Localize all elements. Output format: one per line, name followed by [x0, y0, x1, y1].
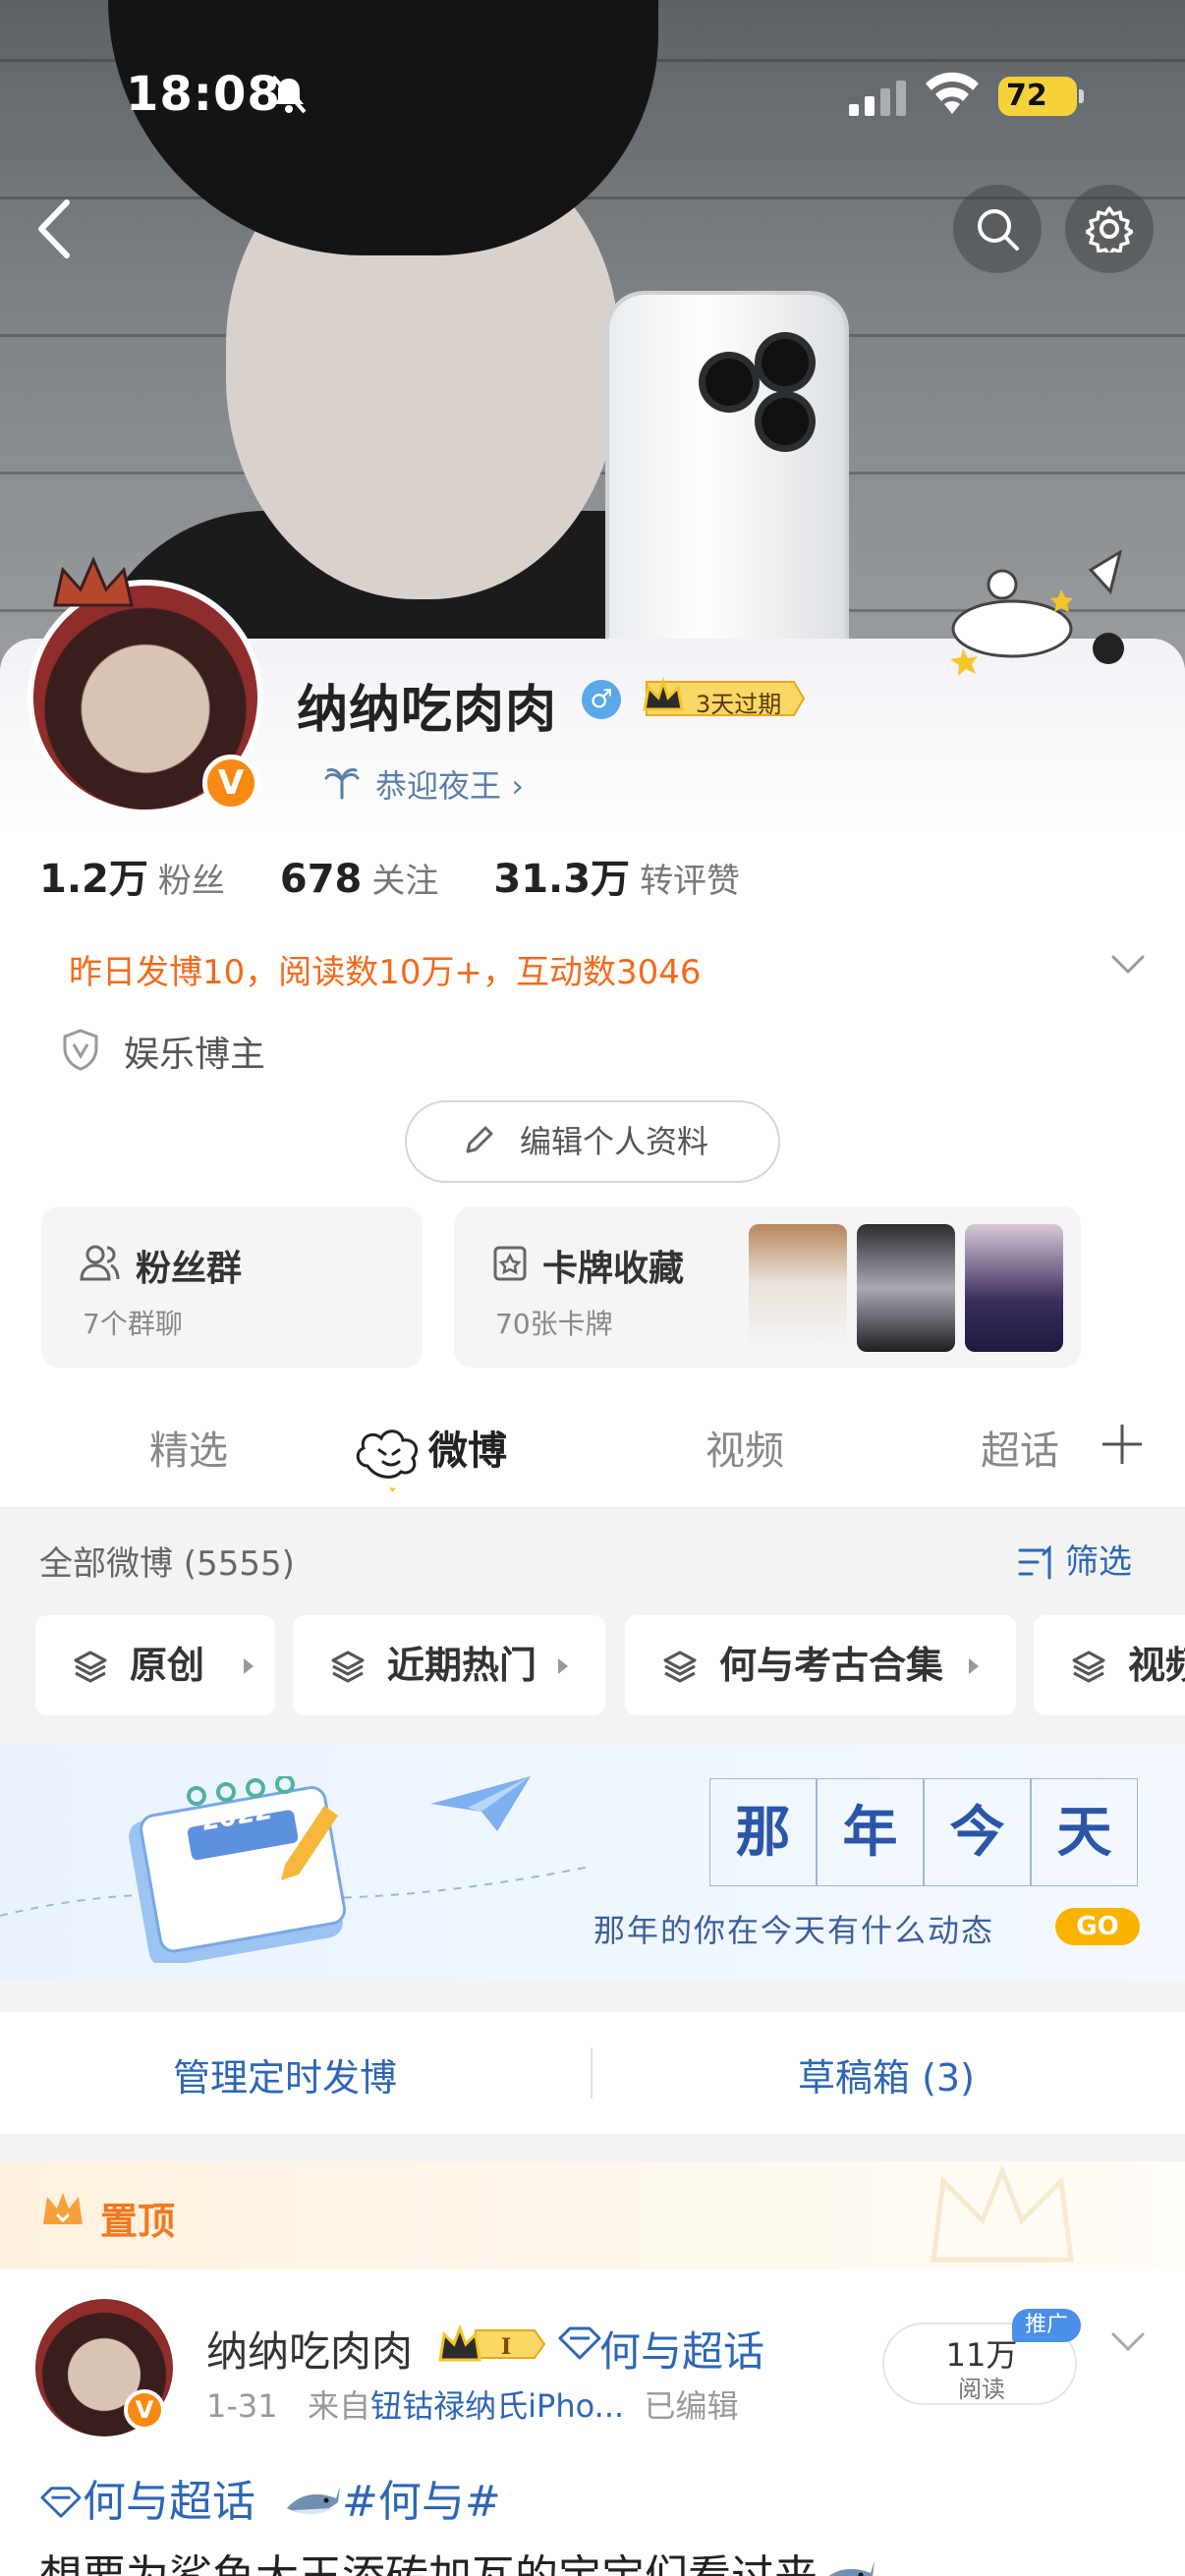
- decoration-sticker-icon: [950, 550, 1124, 676]
- role-label[interactable]: 娱乐博主: [124, 1026, 265, 1077]
- battery-indicator: 72: [998, 77, 1084, 116]
- status-bar: 18:08 72: [0, 0, 1185, 187]
- stat-fans[interactable]: 1.2万 粉丝: [39, 857, 280, 902]
- profile-name: 纳纳吃肉肉: [297, 681, 558, 740]
- shield-v-icon: [63, 1029, 98, 1071]
- section-gap: [0, 2134, 1185, 2161]
- shark-icon: [828, 2561, 875, 2576]
- on-this-day-subtitle: 那年的你在今天有什么动态: [593, 1912, 995, 1949]
- add-tab-icon[interactable]: [1100, 1423, 1144, 1466]
- fan-group-title: 粉丝群: [136, 1249, 243, 1289]
- stats-row: 1.2万 粉丝 678 关注 31.3万 转评赞: [39, 847, 795, 904]
- paper-plane-icon: [430, 1776, 531, 1831]
- divider: [591, 2047, 592, 2099]
- post-hashtag-link[interactable]: #何与#: [342, 2477, 501, 2527]
- mute-bell-icon: [271, 75, 307, 114]
- layers-icon: [663, 1651, 697, 1683]
- fan-group-subtitle: 7个群聊: [83, 1308, 183, 1340]
- crown-pin-icon: [43, 2193, 83, 2224]
- tab-videos[interactable]: 视频: [705, 1419, 784, 1476]
- gear-icon: [1086, 206, 1133, 252]
- post-author-name[interactable]: 纳纳吃肉肉: [206, 2319, 413, 2379]
- card-thumbnail[interactable]: [965, 1224, 1063, 1352]
- signal-icon: [849, 81, 906, 116]
- profile-tagline[interactable]: 恭迎夜王 ›: [324, 761, 524, 807]
- svg-text:I: I: [501, 2334, 511, 2360]
- tab-weibo[interactable]: 微博: [428, 1419, 507, 1476]
- pinned-label: 置顶: [100, 2200, 176, 2243]
- promote-badge[interactable]: 推广: [1012, 2309, 1081, 2342]
- card-collection-title: 卡牌收藏: [542, 1249, 685, 1289]
- post-source-link[interactable]: 钮钴禄纳氏iPho...: [370, 2387, 624, 2425]
- search-icon: [978, 209, 1019, 251]
- all-posts-count: 全部微博 (5555): [39, 1544, 295, 1584]
- verified-badge: V: [124, 2389, 165, 2431]
- chip-videos[interactable]: 视频: [1034, 1615, 1185, 1715]
- wifi-icon: [926, 72, 979, 114]
- shark-icon: [286, 2487, 340, 2515]
- chevron-down-icon[interactable]: [1110, 2330, 1146, 2354]
- card-thumbnail[interactable]: [857, 1224, 955, 1352]
- crown-watermark-icon: [931, 2164, 1074, 2263]
- filter-button[interactable]: 筛选: [1065, 1535, 1132, 1583]
- vip-level-badge: I: [438, 2324, 546, 2362]
- manage-scheduled-button[interactable]: 管理定时发博: [173, 2047, 397, 2101]
- stat-following[interactable]: 678 关注: [280, 857, 494, 902]
- vip-crown-icon: [643, 676, 684, 711]
- super-topic-diamond-icon: [558, 2326, 601, 2360]
- post-super-topic-link[interactable]: 何与超话: [599, 2319, 764, 2379]
- tab-super-topic[interactable]: 超话: [981, 1419, 1059, 1476]
- post-text-topics: 何与超话 #何与#: [39, 2466, 501, 2529]
- tab-featured[interactable]: 精选: [149, 1419, 228, 1476]
- cloud-face-icon: [356, 1429, 419, 1492]
- status-time: 18:08: [126, 67, 281, 122]
- drafts-button[interactable]: 草稿箱 (3): [798, 2047, 975, 2101]
- chip-recent-hot[interactable]: 近期热门: [293, 1615, 605, 1715]
- card-thumbnail[interactable]: [749, 1224, 847, 1352]
- vip-expiry-label: 3天过期: [696, 691, 782, 718]
- crown-frame-icon: [53, 556, 134, 607]
- go-button[interactable]: GO: [1055, 1908, 1140, 1945]
- stat-reposts-comments-likes[interactable]: 31.3万 转评赞: [493, 857, 795, 902]
- chip-heyu-archive[interactable]: 何与考古合集: [625, 1615, 1016, 1715]
- layers-icon: [1072, 1651, 1105, 1683]
- back-icon[interactable]: [29, 196, 79, 261]
- settings-button[interactable]: [1065, 185, 1154, 273]
- search-button[interactable]: [953, 185, 1042, 273]
- chip-original[interactable]: 原创: [35, 1615, 275, 1715]
- on-this-day-title: 那 年 今 天: [709, 1778, 1138, 1886]
- male-icon: ♂: [582, 680, 621, 719]
- section-gap: [0, 1981, 1185, 2012]
- pencil-icon: [466, 1126, 493, 1153]
- card-collection-subtitle: 70张卡牌: [495, 1308, 613, 1340]
- card-star-icon: [493, 1246, 527, 1281]
- yesterday-summary[interactable]: 昨日发博10，阅读数10万+，互动数3046: [69, 945, 702, 993]
- post-meta: 1-31 来自钮钴禄纳氏iPho... 已编辑: [206, 2387, 739, 2425]
- layers-icon: [74, 1651, 107, 1683]
- people-icon: [80, 1245, 120, 1281]
- post-text-body: 想要为鲨鱼大王添砖加瓦的宝宝们看过来: [39, 2541, 876, 2576]
- post-topic-link[interactable]: 何与超话: [83, 2477, 255, 2527]
- filter-icon: [1018, 1544, 1051, 1580]
- layers-icon: [331, 1651, 365, 1683]
- chevron-down-icon[interactable]: [1110, 953, 1146, 977]
- verified-badge: V: [202, 755, 259, 812]
- super-topic-diamond-icon: [40, 2487, 82, 2518]
